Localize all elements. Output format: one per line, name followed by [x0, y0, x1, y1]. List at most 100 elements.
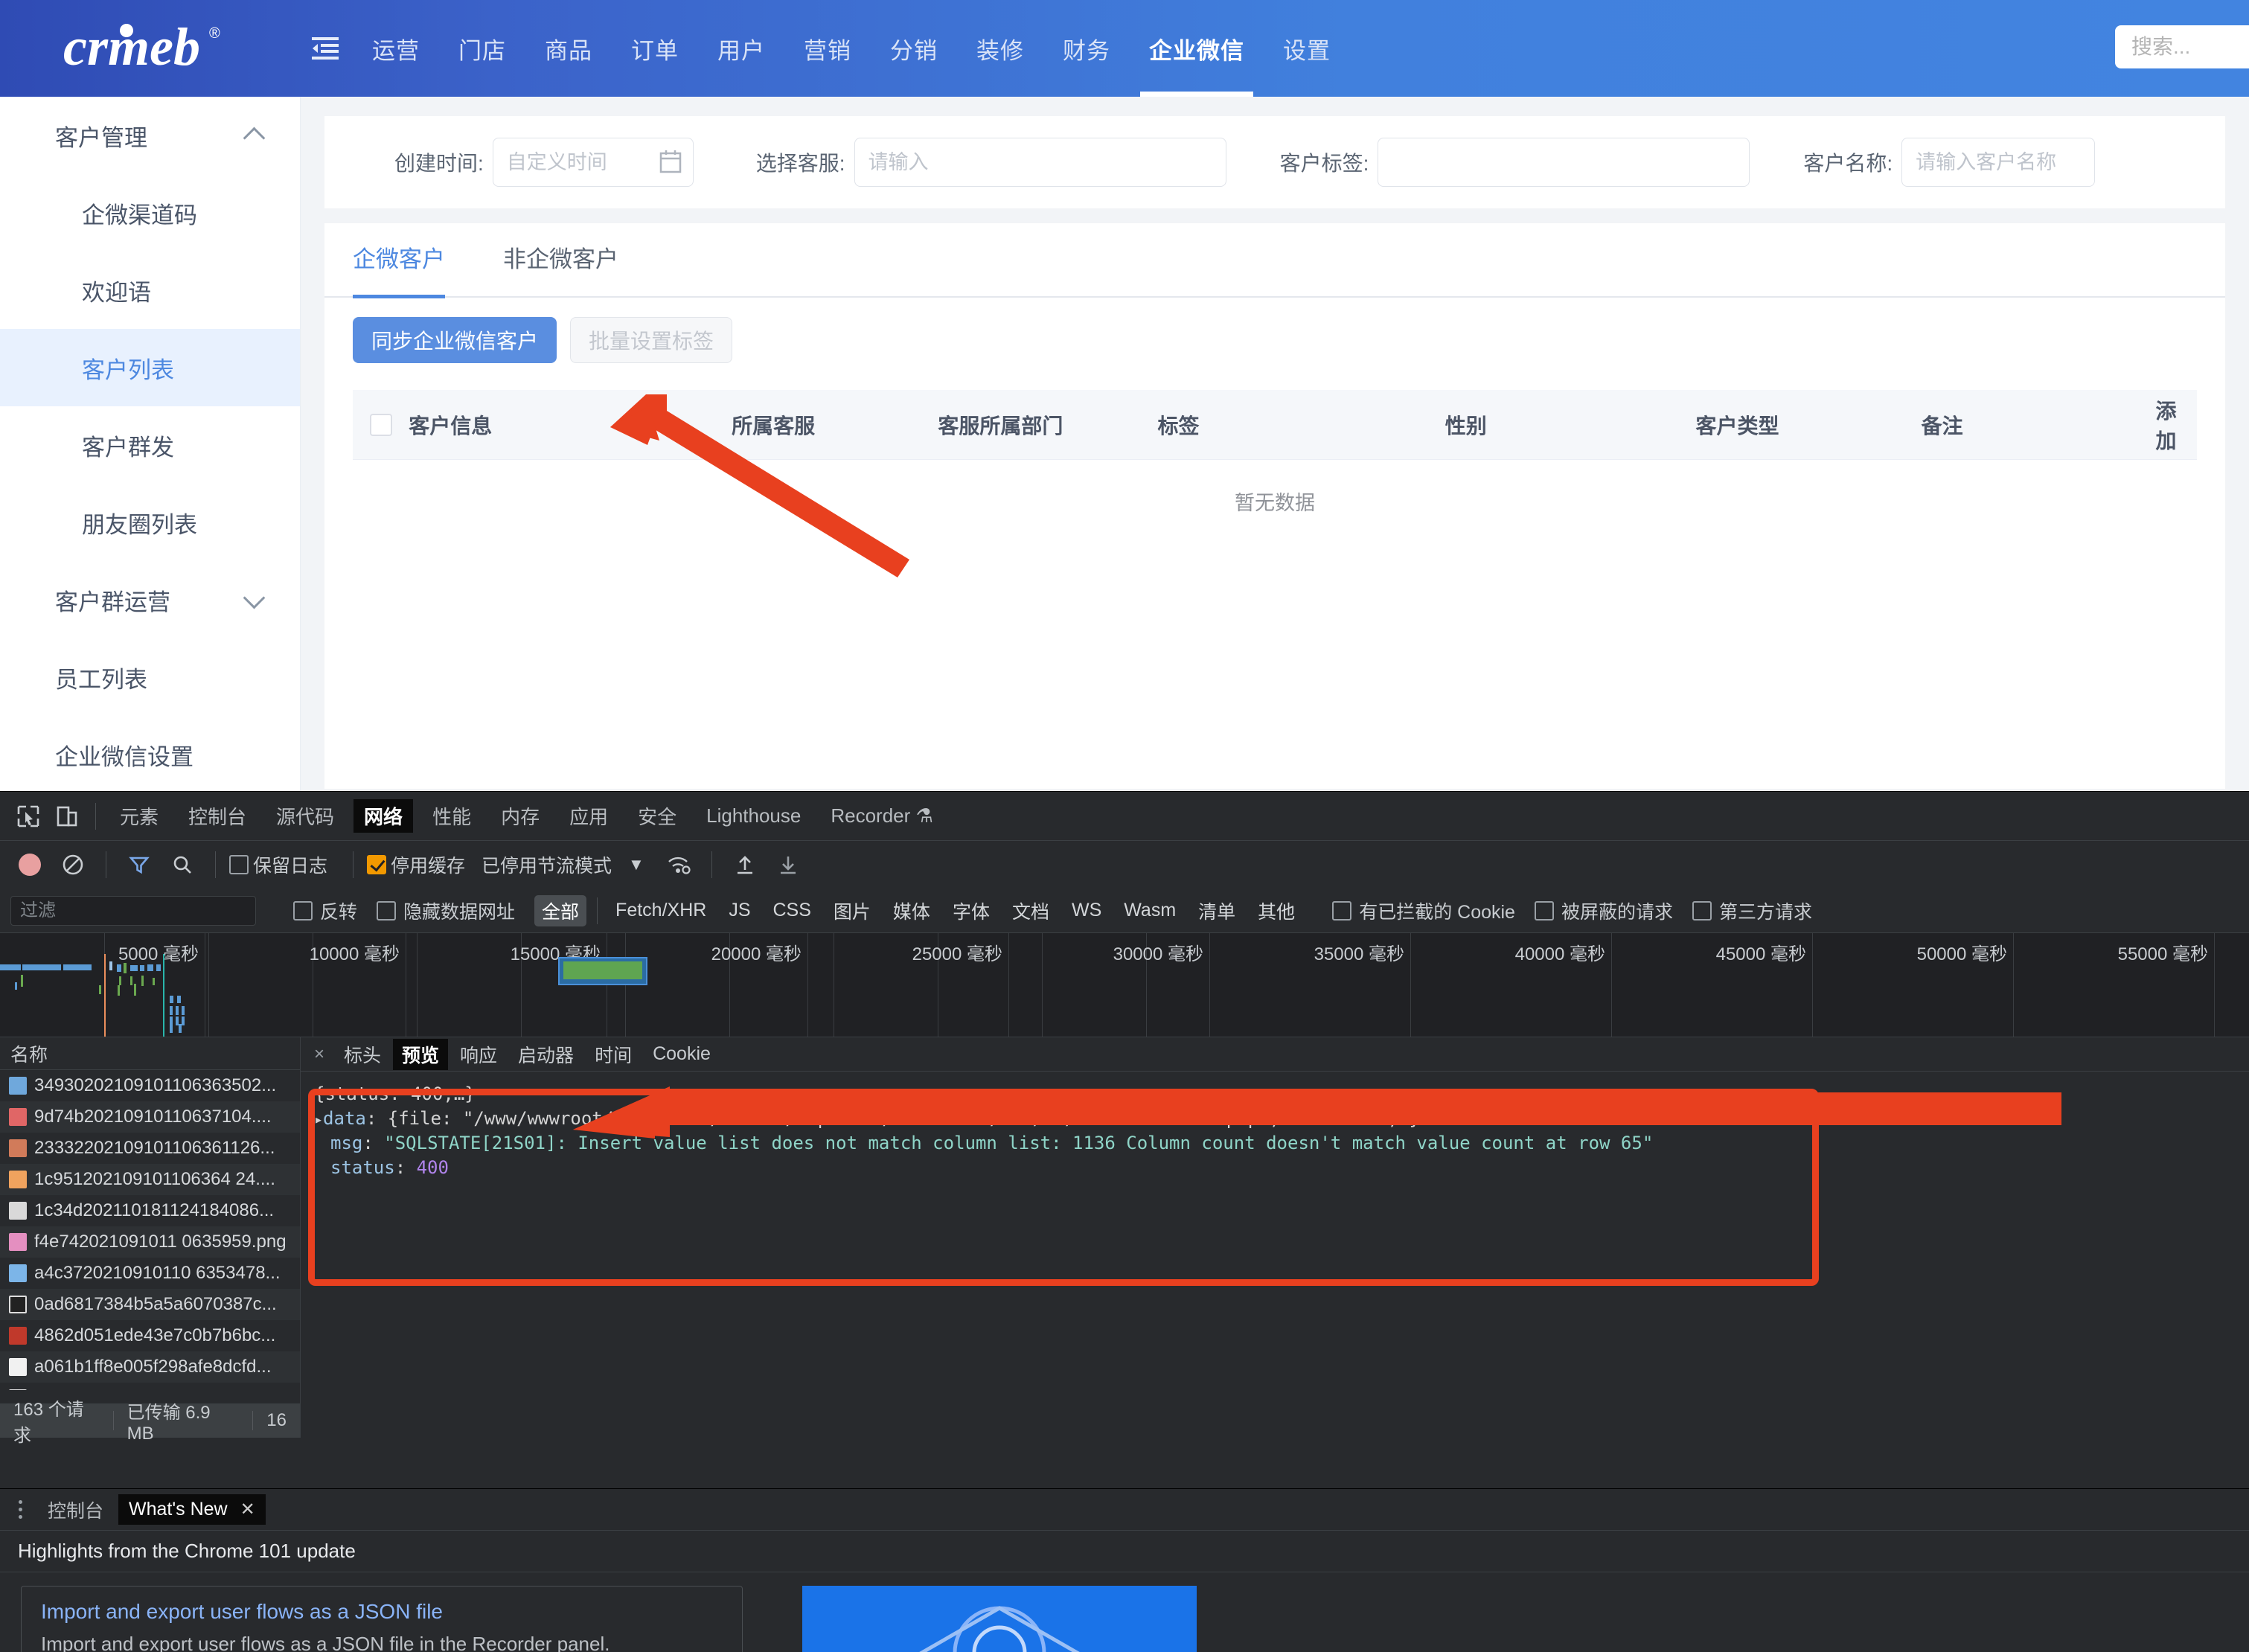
request-row[interactable]: 3c0df4e754fff43d0e4dc4d40... [0, 1383, 300, 1390]
nav-item-8[interactable]: 财务 [1043, 0, 1130, 97]
devtools-tab-sources[interactable]: 源代码 [266, 799, 345, 833]
type-filter-wasm[interactable]: Wasm [1116, 897, 1183, 923]
sidebar-group-customer-management[interactable]: 客户管理 [0, 97, 300, 174]
devtools-tab-memory[interactable]: 内存 [490, 799, 550, 833]
nav-item-3[interactable]: 订单 [612, 0, 698, 97]
request-row[interactable]: 1c34d202110181124184086... [0, 1195, 300, 1226]
hide-data-urls-checkbox[interactable] [377, 900, 397, 921]
detail-tab-response[interactable]: 响应 [451, 1039, 506, 1070]
devtools-tab-application[interactable]: 应用 [559, 799, 618, 833]
throttling-select[interactable]: 已停用节流模式 [482, 851, 612, 878]
network-conditions-icon[interactable] [659, 845, 698, 884]
tab-wecom-customers[interactable]: 企微客户 [353, 222, 445, 298]
sidebar-collapse-icon[interactable] [298, 0, 353, 97]
chevron-down-icon[interactable]: ▼ [628, 855, 644, 874]
sidebar-item-moments-list[interactable]: 朋友圈列表 [0, 484, 300, 561]
create-time-input[interactable] [492, 138, 694, 187]
nav-item-10[interactable]: 设置 [1264, 0, 1350, 97]
type-filter-font[interactable]: 字体 [945, 895, 997, 926]
request-row[interactable]: 23332202109101106361126... [0, 1133, 300, 1164]
nav-item-6[interactable]: 分销 [871, 0, 957, 97]
preserve-log-checkbox[interactable] [229, 855, 249, 874]
disable-cache-checkbox[interactable] [367, 855, 387, 874]
nav-item-4[interactable]: 用户 [698, 0, 784, 97]
network-overview-timeline[interactable]: 5000 毫秒 10000 毫秒 15000 毫秒 20000 毫秒 25000… [0, 933, 2249, 1037]
import-har-icon[interactable] [726, 845, 764, 884]
crmeb-logo[interactable]: crmeb ® [0, 0, 298, 97]
detail-tab-headers[interactable]: 标头 [335, 1039, 390, 1070]
devtools-tab-performance[interactable]: 性能 [422, 799, 482, 833]
nav-item-2[interactable]: 商品 [525, 0, 612, 97]
type-filter-img[interactable]: 图片 [826, 895, 878, 926]
devtools-tab-security[interactable]: 安全 [627, 799, 687, 833]
sidebar-group-group-operations[interactable]: 客户群运营 [0, 561, 300, 638]
drawer-tab-console[interactable]: 控制台 [37, 1492, 114, 1528]
type-filter-media[interactable]: 媒体 [886, 895, 938, 926]
customer-name-input[interactable] [1901, 138, 2096, 187]
devtools-tab-elements[interactable]: 元素 [109, 799, 169, 833]
devtools-tab-lighthouse[interactable]: Lighthouse [696, 801, 811, 830]
devtools-tab-network[interactable]: 网络 [353, 799, 414, 833]
type-filter-fetch-xhr[interactable]: Fetch/XHR [608, 897, 714, 923]
inspect-element-icon[interactable] [9, 797, 48, 836]
drawer-more-icon[interactable] [7, 1500, 33, 1519]
sidebar-item-wecom-settings[interactable]: 企业微信设置 [0, 716, 300, 791]
close-icon[interactable]: ✕ [240, 1499, 255, 1520]
detail-tab-preview[interactable]: 预览 [393, 1038, 449, 1070]
filter-funnel-icon[interactable] [120, 845, 159, 884]
search-input[interactable] [2115, 25, 2249, 68]
request-row[interactable]: 4862d051ede43e7c0b7b6bc... [0, 1320, 300, 1351]
drawer-tab-whats-new[interactable]: What's New ✕ [118, 1494, 266, 1525]
request-row[interactable]: 1c951202109101106364 24.... [0, 1164, 300, 1195]
nav-item-7[interactable]: 装修 [957, 0, 1043, 97]
service-select-input[interactable] [854, 138, 1226, 187]
customer-tag-input[interactable] [1378, 138, 1750, 187]
request-row[interactable]: 34930202109101106363502... [0, 1070, 300, 1101]
sidebar-item-channel-code[interactable]: 企微渠道码 [0, 174, 300, 252]
whats-new-card[interactable]: Import and export user flows as a JSON f… [21, 1586, 743, 1652]
sidebar-item-welcome-message[interactable]: 欢迎语 [0, 252, 300, 329]
detail-tab-cookies[interactable]: Cookie [644, 1041, 720, 1067]
search-icon[interactable] [163, 845, 202, 884]
nav-item-9[interactable]: 企业微信 [1130, 0, 1264, 97]
blocked-cookies-checkbox[interactable] [1332, 900, 1352, 921]
sidebar-item-customer-list[interactable]: 客户列表 [0, 329, 300, 406]
type-filter-ws[interactable]: WS [1064, 897, 1109, 923]
request-row[interactable]: 9d74b20210910110637104.... [0, 1101, 300, 1133]
tab-non-wecom-customers[interactable]: 非企微客户 [503, 222, 618, 297]
select-all-checkbox[interactable] [353, 413, 409, 436]
request-row[interactable]: a061b1ff8e005f298afe8dcfd... [0, 1351, 300, 1383]
sync-wecom-customers-button[interactable]: 同步企业微信客户 [353, 317, 557, 363]
nav-item-0[interactable]: 运营 [353, 0, 439, 97]
clear-button[interactable] [54, 845, 92, 884]
detail-tab-initiator[interactable]: 启动器 [509, 1039, 583, 1070]
blocked-requests-label: 被屏蔽的请求 [1561, 901, 1673, 923]
sidebar-item-staff-list[interactable]: 员工列表 [0, 638, 300, 716]
type-filter-css[interactable]: CSS [766, 897, 819, 923]
record-button[interactable] [10, 845, 49, 884]
export-har-icon[interactable] [769, 845, 807, 884]
detail-tab-timing[interactable]: 时间 [586, 1039, 641, 1070]
device-toolbar-icon[interactable] [48, 797, 86, 836]
blocked-requests-checkbox[interactable] [1534, 900, 1554, 921]
request-row[interactable]: f4e742021091011 0635959.png [0, 1226, 300, 1258]
invert-checkbox[interactable] [293, 900, 313, 921]
type-filter-js[interactable]: JS [721, 897, 758, 923]
request-row[interactable]: 0ad6817384b5a5a6070387c... [0, 1289, 300, 1320]
type-filter-manifest[interactable]: 清单 [1191, 895, 1243, 926]
sidebar-item-mass-message[interactable]: 客户群发 [0, 406, 300, 484]
overview-tick-label-7: 40000 毫秒 [1514, 944, 1605, 964]
close-detail-icon[interactable]: × [307, 1044, 332, 1065]
nav-item-1[interactable]: 门店 [439, 0, 525, 97]
whats-new-card-title[interactable]: Import and export user flows as a JSON f… [41, 1600, 723, 1624]
devtools-tab-console[interactable]: 控制台 [178, 799, 257, 833]
third-party-checkbox[interactable] [1692, 900, 1712, 921]
request-row[interactable]: a4c3720210910110 6353478... [0, 1258, 300, 1289]
devtools-tab-recorder[interactable]: Recorder ⚗ [820, 801, 943, 830]
expand-triangle-icon[interactable]: ▸ [314, 1110, 323, 1128]
type-filter-other[interactable]: 其他 [1250, 895, 1302, 926]
nav-item-5[interactable]: 营销 [784, 0, 871, 97]
type-filter-all[interactable]: 全部 [534, 894, 587, 926]
type-filter-doc[interactable]: 文档 [1005, 895, 1057, 926]
network-filter-input[interactable] [10, 895, 256, 926]
